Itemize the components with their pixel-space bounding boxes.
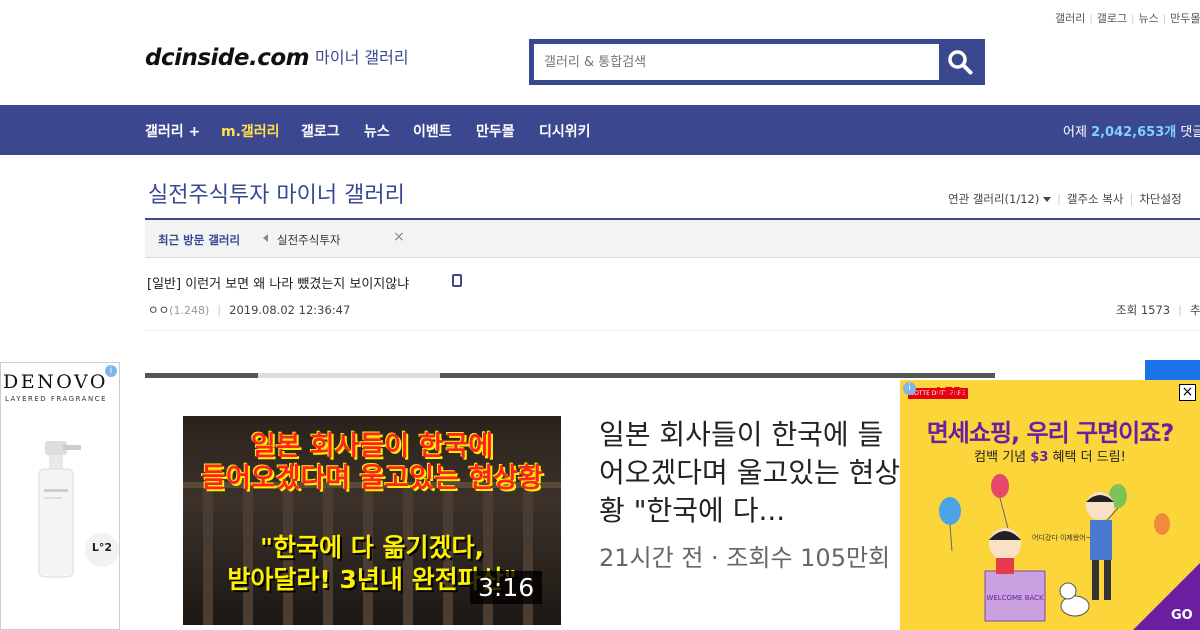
top-link-mall[interactable]: 만두몰 [1170, 12, 1200, 25]
caret-down-icon [1043, 197, 1052, 202]
nav-m-gallery[interactable]: m.갤러리 [221, 121, 280, 141]
mobile-icon [452, 274, 462, 287]
close-icon[interactable]: × [1179, 384, 1196, 401]
search-button[interactable] [939, 44, 980, 80]
post-ip: (1.248) [169, 304, 210, 317]
ad-right-subtitle: 컴백 기념 $3 혜택 더 드림! [900, 446, 1200, 465]
info-icon[interactable]: i [903, 382, 916, 395]
ad-right-headline: 면세쇼핑, 우리 구면이죠? [926, 419, 1175, 447]
gallery-tools: 연관 갤러리(1/12) | 갤주소 복사 | 차단설정 [948, 191, 1182, 207]
ad-left-subtitle: LAYERED FRAGRANCE [5, 395, 108, 403]
divider: | [1129, 192, 1134, 206]
thumbnail-text: 들어오겠다며 울고있는 현상황 [201, 463, 543, 494]
recent-galleries: 최근 방문 갤러리 실전주식투자 × [145, 220, 1200, 258]
divider: | [1057, 192, 1061, 206]
divider: | [1131, 14, 1135, 25]
video-duration: 3:16 [470, 571, 543, 604]
spray-bottle-icon [38, 441, 81, 578]
nav-mall[interactable]: 만두몰 [476, 121, 515, 141]
ad-right[interactable]: LOTTE DUTY FREE LFD i × 면세쇼핑, 우리 구면이죠? 컴… [900, 380, 1200, 630]
search-icon [947, 50, 972, 75]
nav-news[interactable]: 뉴스 [364, 121, 390, 141]
divider: | [1178, 303, 1182, 317]
ad-left-badge: L°2 [85, 533, 119, 567]
search-bar [529, 39, 985, 85]
ad-left-brand: DENOVO [3, 371, 108, 393]
top-link-news[interactable]: 뉴스 [1139, 12, 1159, 25]
top-links: 갤러리 | 갤로그 | 뉴스 | 만두몰 [1055, 10, 1200, 26]
main-nav: 갤러리 + m.갤러리 갤로그 뉴스 이벤트 만두몰 디시위키 어제 2,042… [0, 105, 1200, 155]
stats-prefix: 어제 [1063, 125, 1087, 140]
logo-subtitle[interactable]: 마이너 갤러리 [315, 48, 408, 67]
ad-left[interactable]: DENOVO LAYERED FRAGRANCE i L°2 [0, 362, 120, 630]
thumbnail-text: "한국에 다 옮기겠다, [260, 533, 484, 562]
nav-gallog[interactable]: 갤로그 [301, 121, 340, 141]
related-gallery-label: 연관 갤러리(1/12) [948, 192, 1040, 206]
close-icon[interactable]: × [393, 229, 405, 245]
ad-box-label: WELCOME BACK [986, 594, 1044, 602]
info-icon[interactable]: i [105, 365, 117, 377]
ad-sub-highlight: $3 [1030, 450, 1049, 465]
top-link-gallery[interactable]: 갤러리 [1055, 12, 1085, 25]
post-divider [145, 330, 1200, 331]
triangle-left-icon[interactable] [263, 234, 268, 242]
nav-event[interactable]: 이벤트 [413, 121, 452, 141]
site-logo[interactable]: dcinside.com 마이너 갤러리 [145, 45, 409, 71]
stats-count: 2,042,653개 [1091, 125, 1177, 140]
post-recommend: 추 [1189, 303, 1200, 317]
post-meta: ㅇㅇ(1.248) | 2019.08.02 12:36:47 [148, 302, 350, 318]
divider: | [217, 303, 222, 317]
search-input[interactable] [534, 44, 939, 80]
stats-suffix: 댓글 [1180, 125, 1200, 140]
video-meta: 21시간 전 · 조회수 105만회 [599, 544, 891, 572]
gallery-title[interactable]: 실전주식투자 마이너 갤러리 [148, 177, 405, 209]
top-link-gallog[interactable]: 갤로그 [1097, 12, 1127, 25]
post-views: 조회 1573 [1116, 303, 1171, 317]
divider: | [1162, 14, 1167, 25]
post-author[interactable]: ㅇㅇ [148, 303, 169, 317]
logo-text[interactable]: dcinside.com [145, 45, 310, 71]
recent-item[interactable]: 실전주식투자 [277, 232, 340, 248]
nav-wiki[interactable]: 디시위키 [539, 121, 591, 141]
post-title: [일반] 이런거 보면 왜 나라 뺐겼는지 보이지않냐 [147, 277, 410, 292]
post-date: 2019.08.02 12:36:47 [229, 303, 351, 317]
block-settings-button[interactable]: 차단설정 [1139, 192, 1181, 206]
ad-go-button[interactable]: GO [1171, 608, 1193, 623]
video-thumbnail[interactable]: 일본 회사들이 한국에 들어오겠다며 울고있는 현상황 "한국에 다 옮기겠다,… [183, 416, 561, 625]
nav-stats: 어제 2,042,653개 댓글 [1063, 121, 1200, 140]
video-title[interactable]: 일본 회사들이 한국에 들어오겠다며 울고있는 현상황 "한국에 다... [599, 416, 909, 530]
copy-url-button[interactable]: 갤주소 복사 [1067, 192, 1124, 206]
post-stats: 조회 1573 | 추 [1116, 302, 1200, 318]
related-gallery-button[interactable]: 연관 갤러리(1/12) [948, 192, 1052, 206]
recent-label: 최근 방문 갤러리 [158, 233, 241, 247]
ad-right-logo-lfd: LFD [936, 386, 964, 401]
ad-sub-prefix: 컴백 기념 [974, 450, 1027, 465]
nav-gallery[interactable]: 갤러리 + [145, 121, 200, 141]
ad-banner-edge[interactable] [1145, 360, 1200, 382]
divider: | [1089, 14, 1093, 25]
ad-sub-suffix: 혜택 더 드림! [1052, 450, 1126, 465]
ad-speech-bubble: 어디갔다 이제왔어~ [1032, 533, 1092, 542]
